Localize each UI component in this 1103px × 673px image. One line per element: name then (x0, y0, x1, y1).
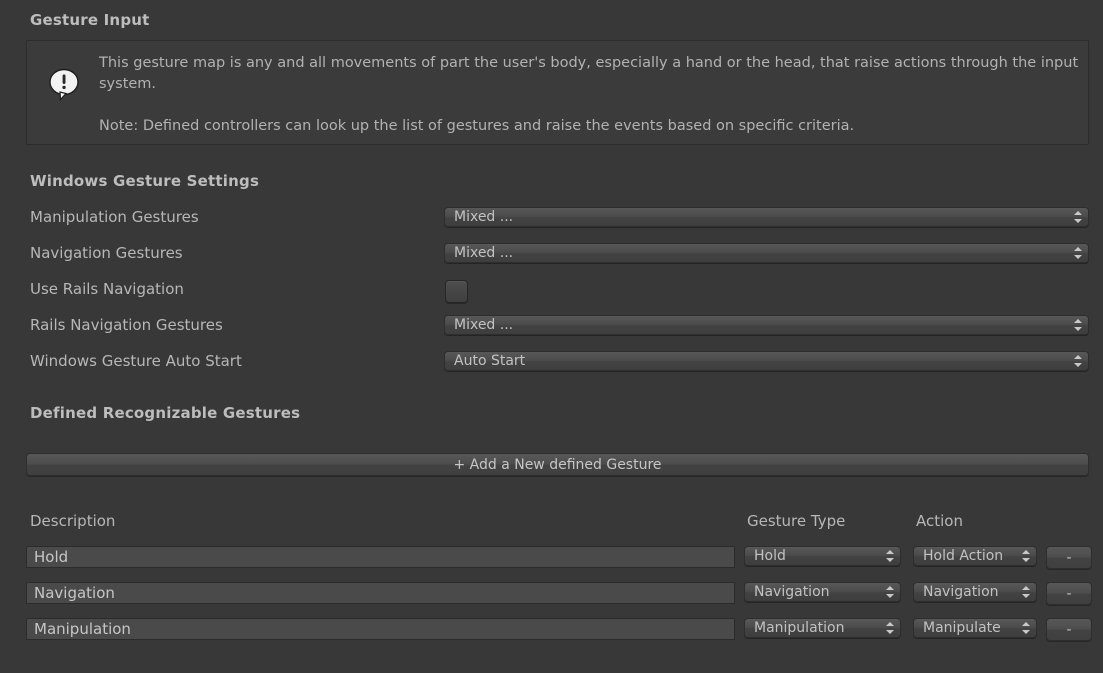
chevron-updown-icon (1071, 208, 1085, 226)
dropdown-windows-gesture-auto-start-value: Auto Start (445, 352, 1071, 370)
label-windows-gesture-auto-start: Windows Gesture Auto Start (30, 352, 242, 370)
help-box-paragraph-2: Note: Defined controllers can look up th… (99, 116, 1080, 137)
gesture-description-input[interactable]: Navigation (26, 582, 735, 604)
label-rails-navigation-gestures: Rails Navigation Gestures (30, 316, 223, 334)
chevron-updown-icon (883, 619, 897, 637)
info-exclamation-bubble-icon (47, 67, 81, 101)
remove-gesture-button[interactable]: - (1046, 618, 1092, 641)
remove-gesture-label: - (1066, 622, 1071, 638)
gesture-action-value: Hold Action (914, 547, 1019, 565)
gesture-input-inspector-panel: Gesture Input This gesture map is any an… (0, 0, 1103, 673)
chevron-updown-icon (1019, 547, 1033, 565)
label-manipulation-gestures: Manipulation Gestures (30, 208, 199, 226)
gesture-action-value: Navigation (914, 583, 1019, 601)
page-title: Gesture Input (30, 11, 150, 29)
gesture-type-dropdown[interactable]: Hold (744, 546, 901, 566)
windows-gesture-settings-header: Windows Gesture Settings (30, 172, 259, 190)
column-header-description: Description (30, 512, 115, 530)
dropdown-windows-gesture-auto-start[interactable]: Auto Start (444, 351, 1089, 371)
help-box: This gesture map is any and all movement… (26, 40, 1089, 145)
label-use-rails-navigation: Use Rails Navigation (30, 280, 184, 298)
add-new-defined-gesture-label: + Add a New defined Gesture (453, 457, 661, 473)
remove-gesture-label: - (1066, 550, 1071, 566)
gesture-type-value: Navigation (745, 583, 883, 601)
gesture-type-dropdown[interactable]: Navigation (744, 582, 901, 602)
gesture-action-dropdown[interactable]: Navigation (913, 582, 1037, 602)
chevron-updown-icon (1019, 619, 1033, 637)
defined-recognizable-gestures-header: Defined Recognizable Gestures (30, 404, 300, 422)
chevron-updown-icon (1071, 244, 1085, 262)
dropdown-manipulation-gestures-value: Mixed ... (445, 208, 1071, 226)
add-new-defined-gesture-button[interactable]: + Add a New defined Gesture (26, 453, 1089, 476)
label-navigation-gestures: Navigation Gestures (30, 244, 183, 262)
gesture-type-dropdown[interactable]: Manipulation (744, 618, 901, 638)
gesture-description-input[interactable]: Manipulation (26, 618, 735, 640)
chevron-updown-icon (883, 547, 897, 565)
remove-gesture-button[interactable]: - (1046, 582, 1092, 605)
gesture-action-value: Manipulate (914, 619, 1019, 637)
dropdown-manipulation-gestures[interactable]: Mixed ... (444, 207, 1089, 227)
chevron-updown-icon (1071, 352, 1085, 370)
dropdown-navigation-gestures[interactable]: Mixed ... (444, 243, 1089, 263)
gesture-action-dropdown[interactable]: Hold Action (913, 546, 1037, 566)
dropdown-rails-navigation-gestures[interactable]: Mixed ... (444, 315, 1089, 335)
help-box-paragraph-1: This gesture map is any and all movement… (99, 53, 1080, 95)
help-box-text: This gesture map is any and all movement… (99, 53, 1080, 137)
gesture-action-dropdown[interactable]: Manipulate (913, 618, 1037, 638)
dropdown-navigation-gestures-value: Mixed ... (445, 244, 1071, 262)
chevron-updown-icon (883, 583, 897, 601)
chevron-updown-icon (1071, 316, 1085, 334)
checkbox-use-rails-navigation[interactable] (445, 280, 468, 303)
remove-gesture-label: - (1066, 586, 1071, 602)
remove-gesture-button[interactable]: - (1046, 546, 1092, 569)
gesture-description-input[interactable]: Hold (26, 546, 735, 568)
column-header-gesture-type: Gesture Type (747, 512, 845, 530)
chevron-updown-icon (1019, 583, 1033, 601)
gesture-type-value: Manipulation (745, 619, 883, 637)
gesture-type-value: Hold (745, 547, 883, 565)
column-header-action: Action (916, 512, 963, 530)
dropdown-rails-navigation-gestures-value: Mixed ... (445, 316, 1071, 334)
